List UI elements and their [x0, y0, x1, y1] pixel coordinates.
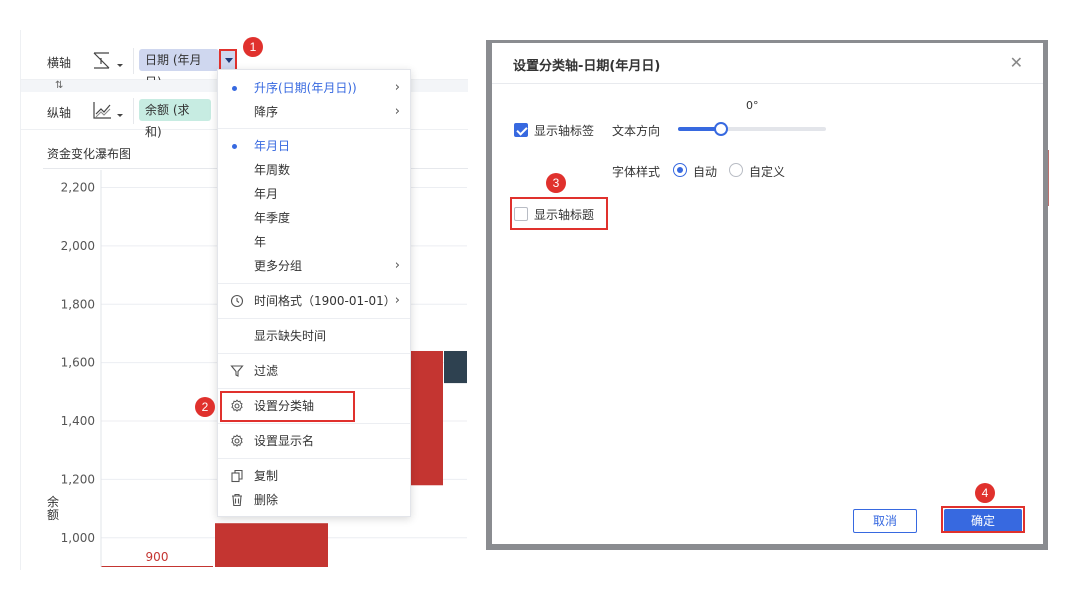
- bar: [101, 566, 213, 567]
- menu-item-year-month[interactable]: 年月: [218, 182, 410, 206]
- slider-thumb[interactable]: [714, 122, 729, 136]
- text-direction-label: 文本方向: [612, 124, 661, 138]
- bar: [215, 523, 328, 567]
- field-context-menu: 升序(日期(年月日)) › 降序 › 年月日 年周数 年月 年季度 年 更多分组…: [217, 69, 411, 517]
- menu-item-label: 年月: [254, 187, 279, 201]
- menu-item-label: 升序(日期(年月日)): [254, 81, 357, 95]
- menu-item-label: 年季度: [254, 211, 291, 225]
- font-style-label: 字体样式: [612, 165, 661, 179]
- menu-item-year[interactable]: 年: [218, 230, 410, 254]
- bar: [444, 350, 467, 384]
- y-tick-label: 1,800: [61, 297, 95, 311]
- chevron-right-icon: ›: [394, 80, 400, 95]
- font-style-auto-label: 自动: [693, 165, 718, 179]
- copy-icon: [231, 469, 243, 483]
- trash-icon: [232, 493, 242, 507]
- y-tick-labels: 2,200 2,000 1,800 1,600 1,400 1,200 1,000: [61, 181, 95, 545]
- bar-data-label: 900: [146, 550, 169, 564]
- menu-item-label: 显示缺失时间: [254, 329, 327, 343]
- step-badge-3: 3: [546, 173, 566, 193]
- menu-divider: [218, 318, 410, 319]
- y-tick-label: 1,400: [61, 414, 95, 428]
- menu-item-label: 设置显示名: [254, 434, 315, 448]
- filter-icon: [230, 365, 244, 377]
- category-axis-dialog: 设置分类轴-日期(年月日) ✕ 显示轴标签 文本方向 0° 字体样式 自动 自定…: [492, 43, 1043, 544]
- highlight-box-step-4: [941, 506, 1025, 533]
- show-axis-labels-checkbox[interactable]: [514, 123, 528, 137]
- menu-item-show-missing-time[interactable]: 显示缺失时间: [218, 324, 410, 348]
- y-tick-label: 1,000: [61, 531, 95, 545]
- menu-item-year-quarter[interactable]: 年季度: [218, 206, 410, 230]
- menu-item-year-week[interactable]: 年周数: [218, 158, 410, 182]
- menu-item-label: 复制: [254, 469, 279, 483]
- chevron-right-icon: ›: [394, 104, 400, 119]
- y-tick-label: 2,000: [61, 239, 95, 253]
- menu-divider: [218, 283, 410, 284]
- menu-divider: [218, 128, 410, 129]
- menu-item-sort-asc[interactable]: 升序(日期(年月日)) ›: [218, 76, 410, 100]
- cancel-button[interactable]: 取消: [853, 509, 917, 533]
- menu-item-delete[interactable]: 删除: [218, 488, 410, 512]
- menu-item-label: 时间格式（1900-01-01）: [254, 294, 396, 308]
- y-tick-label: 2,200: [61, 181, 95, 195]
- menu-item-label: 年月日: [254, 139, 291, 153]
- menu-item-sort-desc[interactable]: 降序 ›: [218, 100, 410, 124]
- menu-item-copy[interactable]: 复制: [218, 464, 410, 488]
- menu-divider: [218, 458, 410, 459]
- text-direction-slider[interactable]: [678, 122, 826, 136]
- highlight-box-step-3: [510, 197, 608, 230]
- menu-item-ymd[interactable]: 年月日: [218, 134, 410, 158]
- y-axis-title-2: 额: [47, 508, 59, 522]
- menu-item-time-format[interactable]: 时间格式（1900-01-01） ›: [218, 289, 410, 313]
- menu-item-more-groups[interactable]: 更多分组 ›: [218, 254, 410, 278]
- text-direction-value: 0°: [746, 99, 759, 112]
- menu-item-label: 降序: [254, 105, 279, 119]
- selected-dot-icon: [232, 144, 237, 149]
- menu-item-filter[interactable]: 过滤: [218, 359, 410, 383]
- gear-icon: [231, 434, 243, 447]
- y-axis-title-1: 余: [47, 494, 59, 509]
- font-style-custom-radio[interactable]: [729, 163, 743, 177]
- font-style-custom-label: 自定义: [749, 165, 786, 179]
- menu-divider: [218, 423, 410, 424]
- close-icon[interactable]: ✕: [1010, 53, 1023, 72]
- selected-dot-icon: [232, 86, 237, 91]
- clock-icon: [230, 294, 244, 308]
- menu-item-label: 年周数: [254, 163, 291, 177]
- y-tick-label: 1,200: [61, 472, 95, 486]
- step-badge-2: 2: [195, 397, 215, 417]
- y-tick-label: 1,600: [61, 356, 95, 370]
- highlight-box-step-2: [220, 391, 355, 422]
- font-style-auto-radio[interactable]: [673, 163, 687, 177]
- highlight-box-step-1: [219, 49, 237, 71]
- dialog-header-divider: [492, 83, 1043, 84]
- chevron-right-icon: ›: [394, 293, 400, 308]
- menu-item-label: 更多分组: [254, 259, 303, 273]
- dialog-title: 设置分类轴-日期(年月日): [513, 59, 661, 74]
- chevron-right-icon: ›: [394, 258, 400, 273]
- menu-divider: [218, 388, 410, 389]
- menu-item-set-display-name[interactable]: 设置显示名: [218, 429, 410, 453]
- step-badge-4: 4: [975, 483, 995, 503]
- show-axis-labels-label: 显示轴标签: [534, 124, 595, 138]
- menu-divider: [218, 353, 410, 354]
- step-badge-1: 1: [243, 37, 263, 57]
- menu-item-label: 年: [254, 235, 267, 249]
- menu-item-label: 删除: [254, 493, 279, 507]
- menu-item-label: 过滤: [254, 364, 279, 378]
